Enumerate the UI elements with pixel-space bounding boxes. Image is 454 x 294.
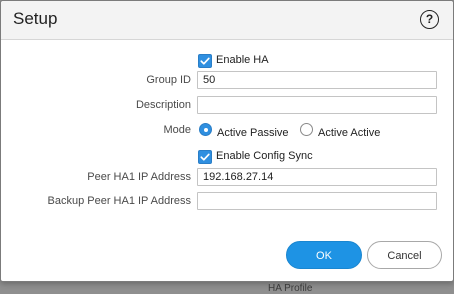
setup-dialog: Setup ? Enable HA Group ID 50 Descriptio… <box>0 0 454 282</box>
dialog-title: Setup <box>13 9 58 28</box>
ok-button[interactable]: OK <box>286 241 362 269</box>
help-icon[interactable]: ? <box>420 10 439 29</box>
backup-peer-ha1-ip-label: Backup Peer HA1 IP Address <box>47 195 192 207</box>
mode-option-active-passive-label: Active Passive <box>217 127 289 139</box>
enable-ha-label: Enable HA <box>216 54 269 66</box>
mode-option-active-active-label: Active Active <box>318 127 381 139</box>
description-field[interactable] <box>197 96 437 114</box>
enable-config-sync-checkbox[interactable] <box>198 150 212 164</box>
mode-label: Mode <box>163 124 191 136</box>
peer-ha1-ip-label: Peer HA1 IP Address <box>87 171 191 183</box>
background-ha-profile-text: HA Profile <box>268 283 313 294</box>
enable-config-sync-label: Enable Config Sync <box>216 150 313 162</box>
backup-peer-ha1-ip-field[interactable] <box>197 192 437 210</box>
mode-radio-active-passive[interactable] <box>199 123 212 136</box>
checkmark-icon <box>200 57 210 65</box>
mode-radio-active-active[interactable] <box>300 123 313 136</box>
cancel-button[interactable]: Cancel <box>367 241 442 269</box>
checkmark-icon <box>200 153 210 161</box>
description-label: Description <box>135 99 191 111</box>
dialog-titlebar: Setup ? <box>1 1 453 40</box>
group-id-field[interactable]: 50 <box>197 71 437 89</box>
group-id-label: Group ID <box>146 74 191 86</box>
enable-ha-checkbox[interactable] <box>198 54 212 68</box>
peer-ha1-ip-field[interactable]: 192.168.27.14 <box>197 168 437 186</box>
